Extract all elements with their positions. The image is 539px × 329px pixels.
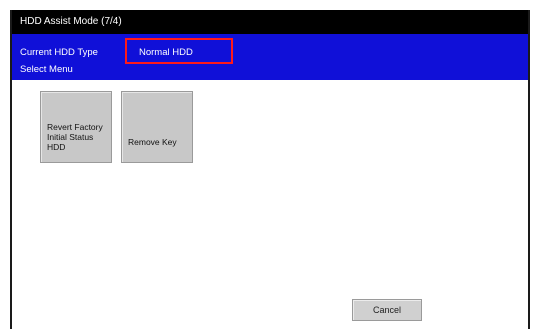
window-title: HDD Assist Mode (7/4) (12, 10, 528, 34)
hdd-assist-panel: HDD Assist Mode (7/4) Current HDD Type N… (10, 10, 530, 329)
remove-key-button[interactable]: Remove Key (121, 91, 193, 163)
current-hdd-type-label: Current HDD Type (20, 47, 98, 58)
info-bar: Current HDD Type Normal HDD Select Menu (12, 34, 528, 80)
remove-key-label: Remove Key (128, 137, 177, 147)
revert-factory-initial-status-label: Revert Factory Initial Status HDD (47, 122, 103, 152)
current-hdd-type-value: Normal HDD (139, 47, 193, 58)
cancel-button[interactable]: Cancel (352, 299, 422, 321)
revert-factory-initial-status-button[interactable]: Revert Factory Initial Status HDD (40, 91, 112, 163)
select-menu-label: Select Menu (20, 64, 73, 75)
